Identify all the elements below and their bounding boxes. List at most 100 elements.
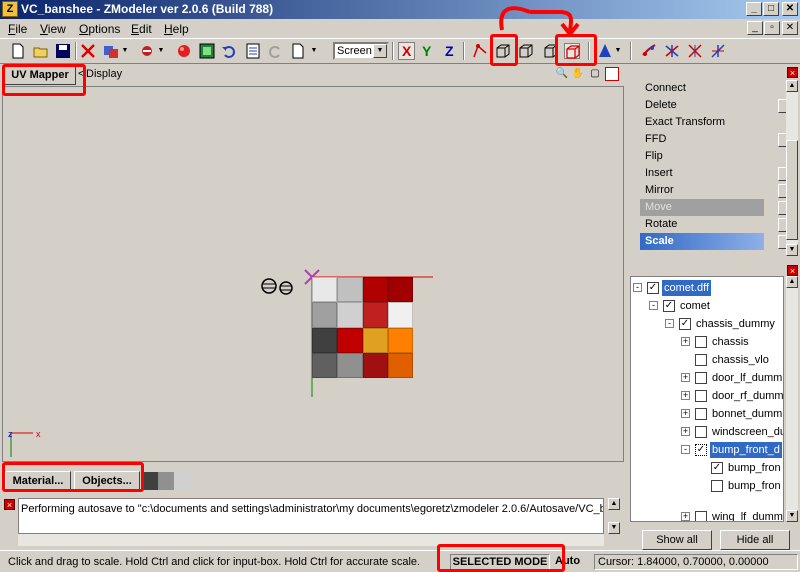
- scroll-down-icon[interactable]: ▼: [786, 510, 798, 522]
- mdi-restore-button[interactable]: ▫: [764, 21, 780, 35]
- box-mode-icon[interactable]: [495, 43, 511, 59]
- tab-display[interactable]: Display: [86, 68, 122, 80]
- color-swatch[interactable]: [158, 472, 174, 490]
- expand-icon[interactable]: +: [681, 337, 690, 346]
- mdi-minimize-button[interactable]: _: [747, 21, 763, 35]
- axis-y-toggle[interactable]: Y: [422, 43, 431, 59]
- command-scale[interactable]: Scale: [640, 233, 764, 250]
- tool-c-icon[interactable]: [687, 43, 703, 59]
- scroll-up-icon[interactable]: ▲: [786, 80, 798, 92]
- scroll-up-icon[interactable]: ▲: [608, 498, 620, 510]
- close-button[interactable]: ✕: [782, 2, 798, 16]
- visibility-checkbox[interactable]: [695, 426, 707, 438]
- command-insert[interactable]: Insert: [640, 165, 764, 182]
- log-hscrollbar[interactable]: [18, 534, 604, 546]
- dropdown-arrow-icon[interactable]: ▼: [121, 43, 129, 59]
- expand-icon[interactable]: +: [681, 391, 690, 400]
- scroll-down-icon[interactable]: ▼: [608, 522, 620, 534]
- visibility-checkbox[interactable]: [695, 354, 707, 366]
- object-tree[interactable]: - ✓ comet.dff - ✓ comet - ✓ chassis_dumm…: [630, 276, 784, 522]
- show-all-button[interactable]: Show all: [642, 530, 712, 550]
- hide-all-button[interactable]: Hide all: [720, 530, 790, 550]
- poly-mode-icon[interactable]: [518, 43, 534, 59]
- scroll-down-icon[interactable]: ▼: [786, 244, 798, 256]
- visibility-checkbox[interactable]: ✓: [711, 462, 723, 474]
- color-swatch[interactable]: [142, 472, 158, 490]
- tool-a-icon[interactable]: [641, 43, 657, 59]
- menu-edit[interactable]: Edit: [131, 22, 152, 36]
- maximize-button[interactable]: □: [763, 2, 779, 16]
- tool-b-icon[interactable]: [664, 43, 680, 59]
- screen-select[interactable]: Screen ▼: [333, 42, 389, 60]
- dropdown-arrow-icon[interactable]: ▼: [157, 43, 165, 59]
- scroll-up-icon[interactable]: ▲: [786, 276, 798, 288]
- menu-help[interactable]: Help: [164, 22, 189, 36]
- objects-button[interactable]: Objects...: [74, 471, 140, 491]
- tool-d-icon[interactable]: [710, 43, 726, 59]
- tab-uv-mapper[interactable]: UV Mapper: [4, 66, 76, 85]
- box-mode-2-icon[interactable]: [543, 43, 559, 59]
- scroll-thumb[interactable]: [786, 140, 798, 240]
- command-ffd[interactable]: FFD: [640, 131, 764, 148]
- command-delete[interactable]: Delete: [640, 97, 764, 114]
- expand-icon[interactable]: +: [681, 373, 690, 382]
- visibility-checkbox[interactable]: ✓: [647, 282, 659, 294]
- tab-arrow[interactable]: <: [78, 68, 84, 80]
- collapse-icon[interactable]: -: [633, 283, 642, 292]
- collapse-icon[interactable]: -: [649, 301, 658, 310]
- redo-icon[interactable]: [267, 43, 283, 59]
- command-scrollbar[interactable]: ▲ ▼: [786, 80, 798, 256]
- visibility-checkbox[interactable]: [695, 511, 707, 521]
- pan-icon[interactable]: ✋: [571, 67, 585, 81]
- fit-icon[interactable]: ▢: [588, 67, 602, 81]
- maximize-view-icon[interactable]: [605, 67, 619, 81]
- visibility-checkbox[interactable]: [695, 372, 707, 384]
- document-icon[interactable]: [245, 43, 261, 59]
- menu-file[interactable]: File: [8, 22, 27, 36]
- close-icon[interactable]: ×: [4, 499, 15, 510]
- open-icon[interactable]: [33, 43, 49, 59]
- command-rotate[interactable]: Rotate: [640, 216, 764, 233]
- collapse-icon[interactable]: -: [665, 319, 674, 328]
- new-icon[interactable]: [10, 43, 26, 59]
- sphere-icon[interactable]: [176, 43, 192, 59]
- vertex-mode-icon[interactable]: [472, 43, 488, 59]
- close-icon[interactable]: ×: [787, 67, 798, 78]
- axis-x-toggle[interactable]: X: [398, 42, 416, 60]
- visibility-checkbox[interactable]: ✓: [695, 444, 707, 456]
- zoom-icon[interactable]: 🔍: [555, 67, 569, 81]
- visibility-checkbox[interactable]: [695, 408, 707, 420]
- menu-view[interactable]: View: [40, 22, 66, 36]
- visibility-checkbox[interactable]: ✓: [679, 318, 691, 330]
- chevron-down-icon[interactable]: ▼: [373, 44, 387, 58]
- undo-icon[interactable]: [221, 43, 237, 59]
- visibility-checkbox[interactable]: ✓: [663, 300, 675, 312]
- command-mirror[interactable]: Mirror: [640, 182, 764, 199]
- save-icon[interactable]: [55, 43, 71, 59]
- uv-viewport[interactable]: z x: [2, 86, 624, 462]
- visibility-checkbox[interactable]: [711, 480, 723, 492]
- axis-z-toggle[interactable]: Z: [445, 43, 454, 59]
- visibility-checkbox[interactable]: [695, 336, 707, 348]
- color-swatch[interactable]: [174, 472, 192, 490]
- expand-icon[interactable]: +: [681, 512, 690, 521]
- command-move[interactable]: Move: [640, 199, 764, 216]
- expand-icon[interactable]: +: [681, 409, 690, 418]
- visibility-checkbox[interactable]: [695, 390, 707, 402]
- settings-icon[interactable]: [139, 43, 155, 59]
- copy-icon[interactable]: [103, 43, 119, 59]
- delete-icon[interactable]: [80, 43, 96, 59]
- selected-mode-indicator[interactable]: SELECTED MODE: [450, 554, 550, 570]
- close-icon[interactable]: ×: [787, 265, 798, 276]
- image-icon[interactable]: [199, 43, 215, 59]
- collapse-icon[interactable]: -: [681, 445, 690, 454]
- command-exact-transform[interactable]: Exact Transform: [640, 114, 764, 131]
- minimize-button[interactable]: _: [746, 2, 762, 16]
- dropdown-arrow-icon[interactable]: ▼: [310, 43, 318, 59]
- materials-button[interactable]: Material...: [5, 471, 71, 491]
- command-flip[interactable]: Flip: [640, 148, 764, 165]
- menu-options[interactable]: Options: [79, 22, 120, 36]
- page-icon[interactable]: [290, 43, 306, 59]
- tree-scrollbar[interactable]: ▲ ▼: [786, 276, 798, 522]
- dropdown-arrow-icon[interactable]: ▼: [614, 43, 622, 59]
